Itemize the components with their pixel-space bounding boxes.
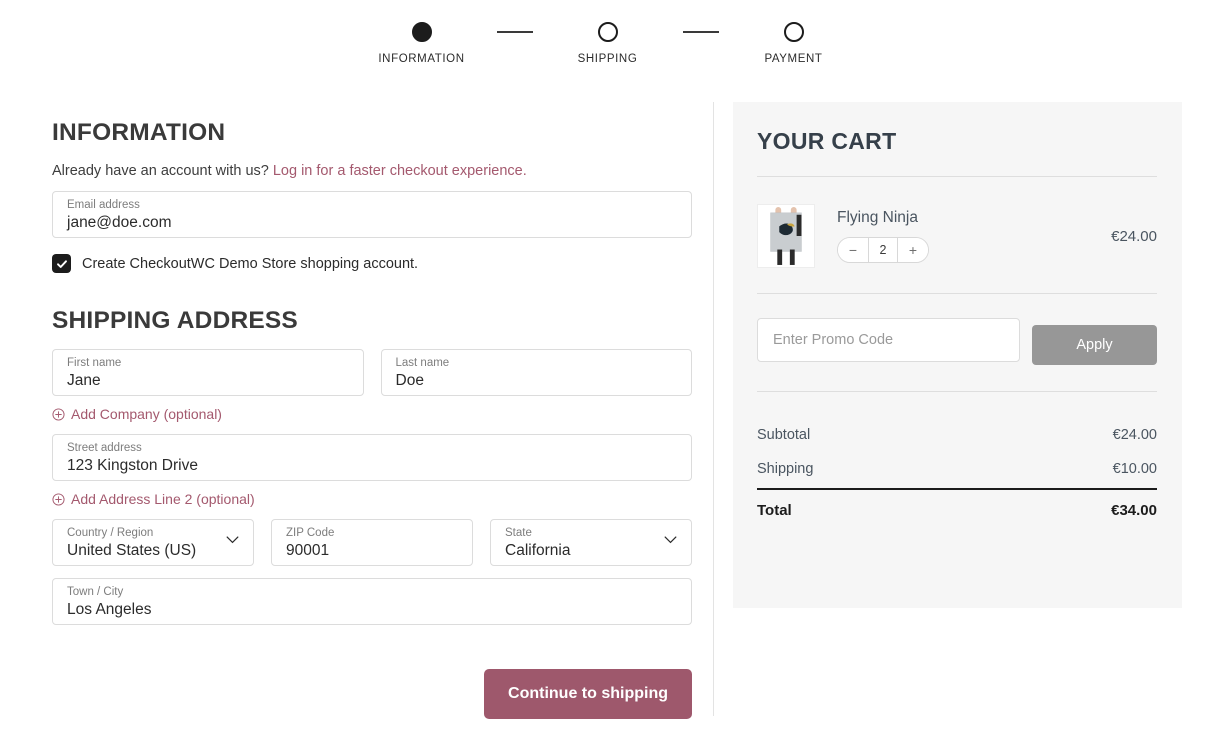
add-address-line-2-link[interactable]: Add Address Line 2 (optional) (52, 491, 692, 507)
first-name-field[interactable]: First name Jane (52, 349, 364, 396)
first-name-value: Jane (67, 372, 101, 389)
step-information-label: INFORMATION (378, 53, 465, 65)
cart-line-item: Flying Ninja − 2 + €24.00 (757, 204, 1157, 268)
last-name-value: Doe (395, 372, 424, 389)
grand-total-value: €34.00 (1111, 502, 1157, 519)
state-select-label: State (505, 527, 532, 539)
zip-code-value: 90001 (286, 542, 330, 559)
city-value: Los Angeles (67, 601, 152, 618)
add-company-link-label: Add Company (optional) (71, 406, 222, 422)
subtotal-label: Subtotal (757, 427, 811, 443)
cart-item-details: Flying Ninja − 2 + (837, 209, 1111, 263)
check-icon (56, 259, 67, 268)
step-shipping[interactable]: SHIPPING (533, 22, 683, 65)
shipping-label: Shipping (757, 461, 814, 477)
cart-item-price: €24.00 (1111, 227, 1157, 245)
quantity-value[interactable]: 2 (868, 238, 898, 262)
cart-summary-panel: YOUR CART Flying Ninja − 2 + €24.00 Ente… (733, 102, 1182, 608)
cart-totals: Subtotal €24.00 Shipping €10.00 Total €3… (757, 418, 1157, 528)
product-image (758, 205, 814, 267)
last-name-label: Last name (395, 357, 450, 369)
apply-promo-button[interactable]: Apply (1032, 325, 1157, 365)
circle-plus-icon (52, 492, 65, 506)
email-field[interactable]: Email address jane@doe.com (52, 191, 692, 238)
step-separator-1-icon (496, 31, 533, 33)
country-select-label: Country / Region (67, 527, 154, 539)
email-field-value: jane@doe.com (67, 214, 172, 231)
quantity-decrease-button[interactable]: − (838, 238, 868, 262)
street-address-label: Street address (67, 442, 142, 454)
state-select[interactable]: State California (490, 519, 692, 566)
circle-plus-icon (52, 407, 65, 421)
shipping-value: €10.00 (1112, 461, 1157, 477)
product-thumbnail (757, 204, 815, 268)
submit-row: Continue to shipping (52, 669, 692, 719)
cart-title-divider (757, 176, 1157, 177)
step-shipping-dot-icon (597, 22, 618, 42)
cart-title: YOUR CART (757, 128, 897, 154)
shipping-address-heading: SHIPPING ADDRESS (52, 307, 298, 334)
shipping-row: Shipping €10.00 (757, 452, 1157, 486)
street-address-field[interactable]: Street address 123 Kingston Drive (52, 434, 692, 481)
promo-code-input[interactable]: Enter Promo Code (757, 318, 1020, 362)
create-account-checkbox[interactable] (52, 254, 71, 273)
information-heading: INFORMATION (52, 119, 226, 146)
first-name-label: First name (67, 357, 122, 369)
locale-row: Country / Region United States (US) ZIP … (52, 519, 692, 566)
column-divider (713, 102, 714, 716)
create-account-checkbox-row[interactable]: Create CheckoutWC Demo Store shopping ac… (52, 254, 692, 273)
country-select-value: United States (US) (67, 542, 197, 559)
last-name-field[interactable]: Last name Doe (380, 349, 692, 396)
step-information[interactable]: INFORMATION (347, 22, 497, 65)
name-row: First name Jane Last name Doe (52, 349, 692, 396)
city-label: Town / City (67, 586, 124, 598)
subtotal-row: Subtotal €24.00 (757, 418, 1157, 452)
checkout-progress-stepper: INFORMATION SHIPPING PAYMENT (0, 22, 1215, 65)
zip-code-field[interactable]: ZIP Code 90001 (271, 519, 473, 566)
cart-item-name: Flying Ninja (837, 209, 918, 226)
step-separator-2-icon (682, 31, 719, 33)
step-information-dot-icon (411, 22, 432, 42)
grand-total-row: Total €34.00 (757, 490, 1157, 528)
step-payment-dot-icon (783, 22, 804, 42)
zip-code-label: ZIP Code (286, 527, 335, 539)
city-field[interactable]: Town / City Los Angeles (52, 578, 692, 625)
cart-item-divider (757, 293, 1157, 294)
country-select[interactable]: Country / Region United States (US) (52, 519, 254, 566)
add-company-link[interactable]: Add Company (optional) (52, 406, 692, 422)
quantity-increase-button[interactable]: + (898, 238, 928, 262)
subtotal-value: €24.00 (1112, 427, 1157, 443)
step-shipping-label: SHIPPING (577, 53, 638, 65)
grand-total-label: Total (757, 502, 792, 519)
login-prompt: Already have an account with us? Log in … (52, 163, 692, 179)
step-payment-label: PAYMENT (764, 53, 823, 65)
checkout-form-column: INFORMATION Already have an account with… (52, 105, 692, 719)
create-account-label: Create CheckoutWC Demo Store shopping ac… (82, 255, 419, 272)
chevron-down-icon (226, 536, 239, 544)
email-field-label: Email address (67, 199, 140, 211)
promo-code-row: Enter Promo Code Apply (757, 318, 1157, 365)
login-link[interactable]: Log in for a faster checkout experience. (273, 163, 527, 179)
checkout-page: INFORMATION SHIPPING PAYMENT INFORMATION… (0, 0, 1215, 739)
promo-divider (757, 391, 1157, 392)
quantity-stepper[interactable]: − 2 + (837, 237, 929, 263)
state-select-value: California (505, 542, 571, 559)
continue-to-shipping-button[interactable]: Continue to shipping (484, 669, 692, 719)
step-payment[interactable]: PAYMENT (719, 22, 869, 65)
login-prompt-text: Already have an account with us? (52, 163, 269, 179)
street-address-value: 123 Kingston Drive (67, 457, 198, 474)
add-address-line-2-label: Add Address Line 2 (optional) (71, 491, 255, 507)
chevron-down-icon (664, 536, 677, 544)
